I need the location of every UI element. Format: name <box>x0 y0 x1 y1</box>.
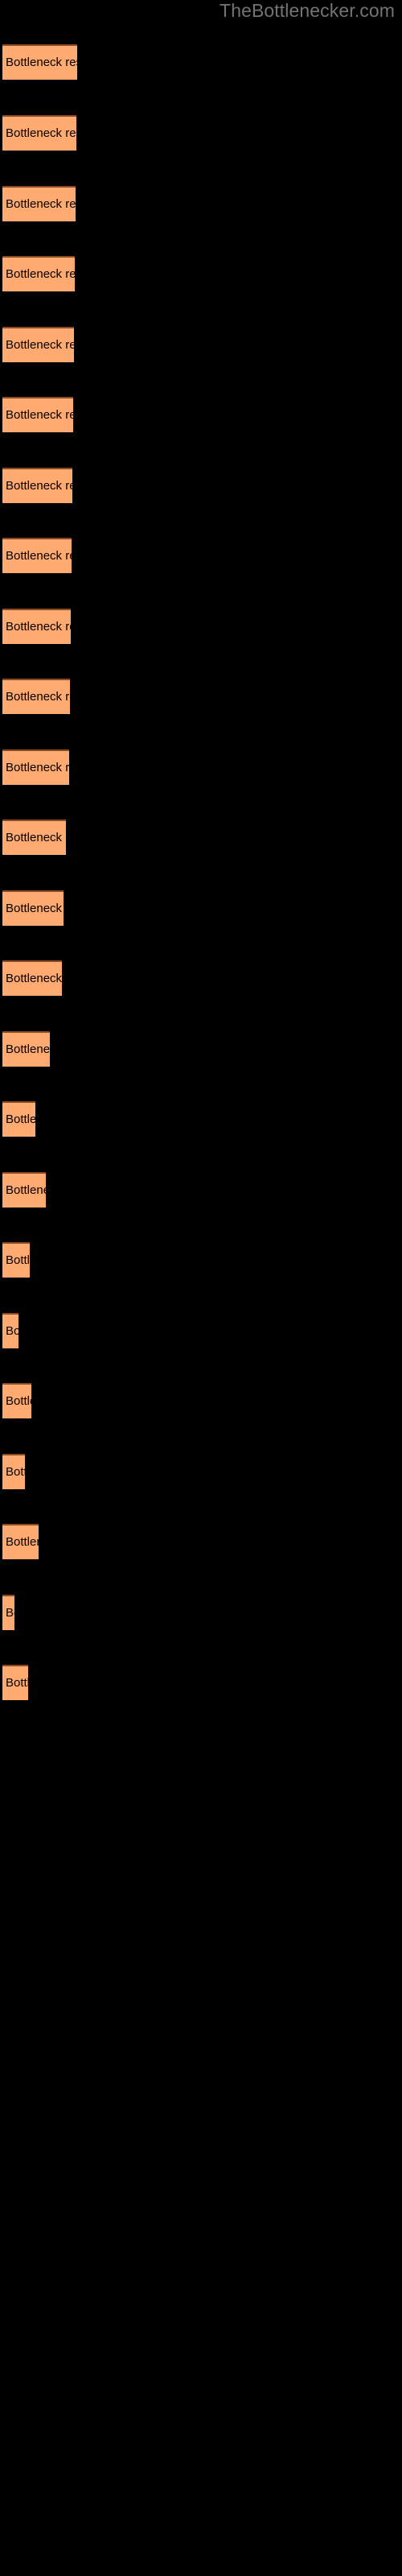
page-root: TheBottlenecker.com Bottleneck resultBot… <box>0 0 402 2576</box>
bar[interactable]: Bottleneck result <box>2 1454 25 1489</box>
bar-label: Bottleneck result <box>6 549 72 563</box>
bar-label: Bottleneck result <box>6 1324 18 1338</box>
bar[interactable]: Bottleneck result <box>2 1172 46 1208</box>
bar-label: Bottleneck result <box>6 1465 25 1479</box>
bar[interactable]: Bottleneck result <box>2 538 72 573</box>
bar-label: Bottleneck result <box>6 408 73 422</box>
bar[interactable]: Bottleneck result <box>2 819 66 855</box>
bar[interactable]: Bottleneck result <box>2 468 72 503</box>
bar-label: Bottleneck result <box>6 1394 31 1408</box>
bar-label: Bottleneck result <box>6 479 72 493</box>
bar[interactable]: Bottleneck result <box>2 890 64 926</box>
bar[interactable]: Bottleneck result <box>2 1313 18 1348</box>
bar-label: Bottleneck result <box>6 1042 50 1056</box>
bar-label: Bottleneck result <box>6 1113 35 1126</box>
bar[interactable]: Bottleneck result <box>2 1665 28 1700</box>
bar[interactable]: Bottleneck result <box>2 186 76 221</box>
bar-label: Bottleneck result <box>6 1606 14 1620</box>
bar[interactable]: Bottleneck result <box>2 749 69 785</box>
bar-label: Bottleneck result <box>6 1253 30 1267</box>
bottleneck-bar-chart: Bottleneck result Bottleneck result Bottle… <box>0 0 402 2576</box>
bar[interactable]: Bottleneck result <box>2 960 62 996</box>
bar[interactable]: Bottleneck result <box>2 327 74 362</box>
bar[interactable]: Bottleneck result <box>2 1101 35 1137</box>
bar-label: Bottleneck result <box>6 338 74 352</box>
bar[interactable]: Bottleneck result <box>2 1242 30 1278</box>
bar[interactable]: Bottleneck result <box>2 1383 31 1418</box>
bar-label: Bottleneck result <box>6 56 77 69</box>
bar-label: Bottleneck result <box>6 761 69 774</box>
bar[interactable]: Bottleneck result <box>2 1595 14 1630</box>
bar-label: Bottleneck result <box>6 1183 46 1197</box>
bar[interactable]: Bottleneck result <box>2 397 73 432</box>
bar-label: Bottleneck result <box>6 831 66 844</box>
bar-label: Bottleneck result <box>6 690 70 704</box>
bar-label: Bottleneck result <box>6 972 62 985</box>
bar[interactable]: Bottleneck result <box>2 609 71 644</box>
bar[interactable]: Bottleneck result <box>2 1031 50 1067</box>
bar[interactable]: Bottleneck result <box>2 1524 39 1559</box>
bar-label: Bottleneck result <box>6 902 64 915</box>
bar-label: Bottleneck result <box>6 197 76 211</box>
bar[interactable]: Bottleneck result <box>2 115 76 151</box>
bar[interactable]: Bottleneck result <box>2 44 77 80</box>
bar-label: Bottleneck result <box>6 620 71 634</box>
bar-label: Bottleneck result <box>6 1676 28 1690</box>
bar[interactable]: Bottleneck result <box>2 679 70 714</box>
bar[interactable]: Bottleneck result <box>2 256 75 291</box>
bar-label: Bottleneck result <box>6 126 76 140</box>
bar-label: Bottleneck result <box>6 267 75 281</box>
bar-label: Bottleneck result <box>6 1535 39 1549</box>
